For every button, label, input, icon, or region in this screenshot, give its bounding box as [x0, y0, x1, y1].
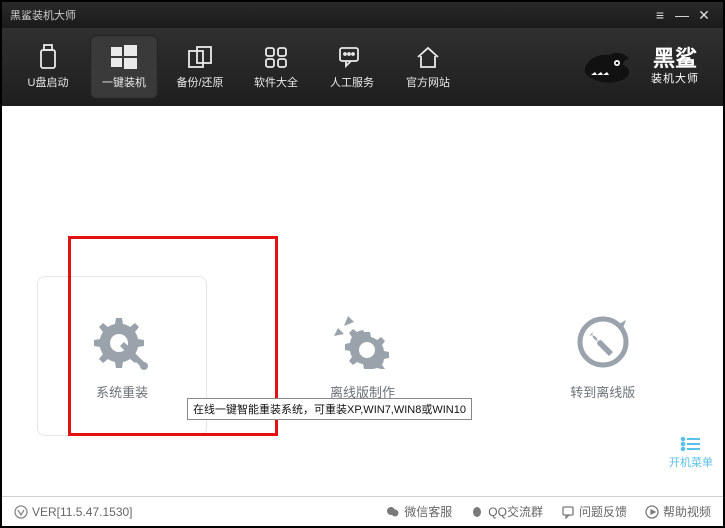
nav-label: 一键装机 [102, 74, 146, 90]
shark-icon [577, 45, 633, 89]
card-label: 转到离线版 [570, 382, 635, 401]
version-text: VER[11.5.47.1530] [32, 505, 133, 519]
nav-support[interactable]: 人工服务 [318, 35, 386, 99]
qq-icon [470, 505, 484, 519]
nav-usb-boot[interactable]: U盘启动 [14, 35, 82, 99]
status-label: 微信客服 [404, 503, 452, 520]
copy-icon [185, 44, 215, 70]
version: VER[11.5.47.1530] [14, 505, 133, 519]
tooltip: 在线一键智能重装系统，可重装XP,WIN7,WIN8或WIN10 [187, 398, 472, 420]
nav-label: 备份/还原 [176, 74, 223, 90]
status-label: QQ交流群 [488, 503, 543, 520]
gear-spark-icon [330, 312, 394, 370]
content-area: 系统重装 离线版制作 转到离线版 在线一键智能重装系统，可重装XP,WIN7,W… [2, 106, 723, 476]
video-icon [645, 505, 659, 519]
wechat-icon [386, 505, 400, 519]
brand: 黑鲨 装机大师 [577, 45, 711, 89]
gear-wrench-icon [90, 312, 154, 370]
feedback-icon [561, 505, 575, 519]
status-bar: VER[11.5.47.1530] 微信客服 QQ交流群 问题反馈 帮助视频 [2, 496, 723, 526]
app-title: 黑鲨装机大师 [10, 7, 76, 23]
brand-line1: 黑鲨 [639, 48, 711, 70]
home-icon [413, 44, 443, 70]
boot-menu-button[interactable]: 开机菜单 [669, 436, 713, 470]
minimize-button[interactable]: — [671, 4, 693, 26]
status-qq[interactable]: QQ交流群 [470, 503, 543, 520]
usb-icon [33, 44, 63, 70]
title-bar: 黑鲨装机大师 ≡ — ✕ [2, 2, 723, 28]
status-wechat[interactable]: 微信客服 [386, 503, 452, 520]
toolbar: U盘启动 一键装机 备份/还原 软件大全 人工服务 官方网站 [2, 28, 723, 106]
nav-website[interactable]: 官方网站 [394, 35, 462, 99]
chat-icon [337, 44, 367, 70]
status-feedback[interactable]: 问题反馈 [561, 503, 627, 520]
version-icon [14, 505, 28, 519]
boot-menu-label: 开机菜单 [669, 454, 713, 470]
card-system-reinstall[interactable]: 系统重装 [37, 276, 207, 436]
apps-icon [261, 44, 291, 70]
nav-oneclick-install[interactable]: 一键装机 [90, 35, 158, 99]
status-help-video[interactable]: 帮助视频 [645, 503, 711, 520]
brand-line2: 装机大师 [639, 70, 711, 86]
card-goto-offline[interactable]: 转到离线版 [518, 276, 688, 436]
status-label: 帮助视频 [663, 503, 711, 520]
nav-label: 官方网站 [406, 74, 450, 90]
nav-software[interactable]: 软件大全 [242, 35, 310, 99]
nav-label: 人工服务 [330, 74, 374, 90]
windows-icon [109, 44, 139, 70]
close-button[interactable]: ✕ [693, 4, 715, 26]
list-icon [680, 436, 702, 452]
status-label: 问题反馈 [579, 503, 627, 520]
brand-text: 黑鲨 装机大师 [639, 48, 711, 86]
nav-label: U盘启动 [28, 74, 69, 90]
nav-label: 软件大全 [254, 74, 298, 90]
nav-backup-restore[interactable]: 备份/还原 [166, 35, 234, 99]
wrench-circle-icon [571, 312, 635, 370]
menu-button[interactable]: ≡ [649, 4, 671, 26]
card-label: 系统重装 [96, 382, 148, 401]
